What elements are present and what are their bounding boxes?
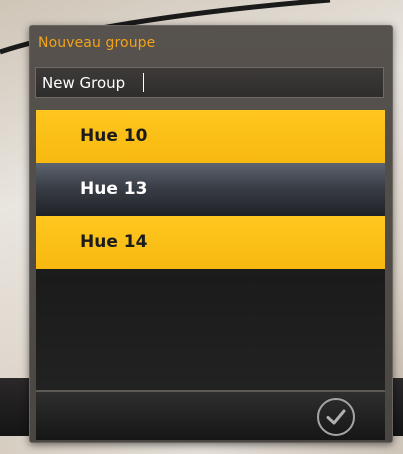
dialog-title: Nouveau groupe xyxy=(38,35,156,51)
list-item-hue-10[interactable]: Hue 10 xyxy=(36,110,385,163)
list-item-label: Hue 14 xyxy=(80,232,148,252)
text-caret xyxy=(143,73,144,92)
confirm-button[interactable] xyxy=(317,398,355,436)
list-item-label: Hue 13 xyxy=(80,179,148,199)
light-list[interactable]: Hue 10 Hue 13 Hue 14 xyxy=(36,110,385,390)
list-item-label: Hue 10 xyxy=(80,126,148,146)
list-item-hue-13[interactable]: Hue 13 xyxy=(36,163,385,216)
list-item-hue-14[interactable]: Hue 14 xyxy=(36,216,385,269)
group-name-input[interactable] xyxy=(35,67,384,98)
check-circle-icon xyxy=(326,409,346,425)
